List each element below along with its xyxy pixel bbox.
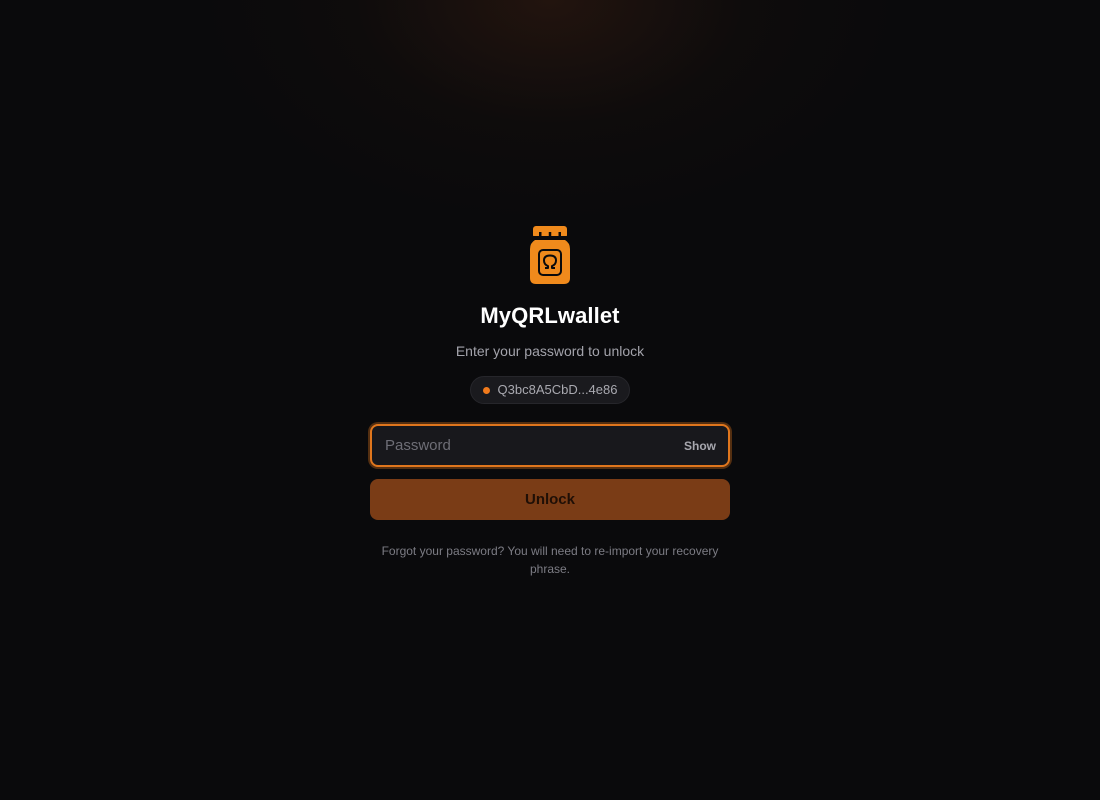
status-dot-icon bbox=[482, 386, 490, 394]
app-title: MyQRLwallet bbox=[480, 303, 620, 328]
show-password-button[interactable]: Show bbox=[676, 439, 728, 453]
wallet-address-text: Q3bc8A5CbD...4e86 bbox=[497, 382, 618, 397]
unlock-panel: MyQRLwallet Enter your password to unloc… bbox=[370, 226, 730, 578]
unlock-button[interactable]: Unlock bbox=[370, 479, 730, 520]
wallet-jar-omega-icon bbox=[530, 226, 570, 284]
password-field: Show bbox=[370, 424, 730, 467]
unlock-subtitle: Enter your password to unlock bbox=[455, 343, 645, 359]
wallet-address-badge: Q3bc8A5CbD...4e86 bbox=[469, 376, 631, 404]
forgot-password-note: Forgot your password? You will need to r… bbox=[381, 544, 719, 576]
unlock-screen: MyQRLwallet Enter your password to unloc… bbox=[0, 0, 1100, 800]
password-input[interactable] bbox=[372, 426, 676, 465]
